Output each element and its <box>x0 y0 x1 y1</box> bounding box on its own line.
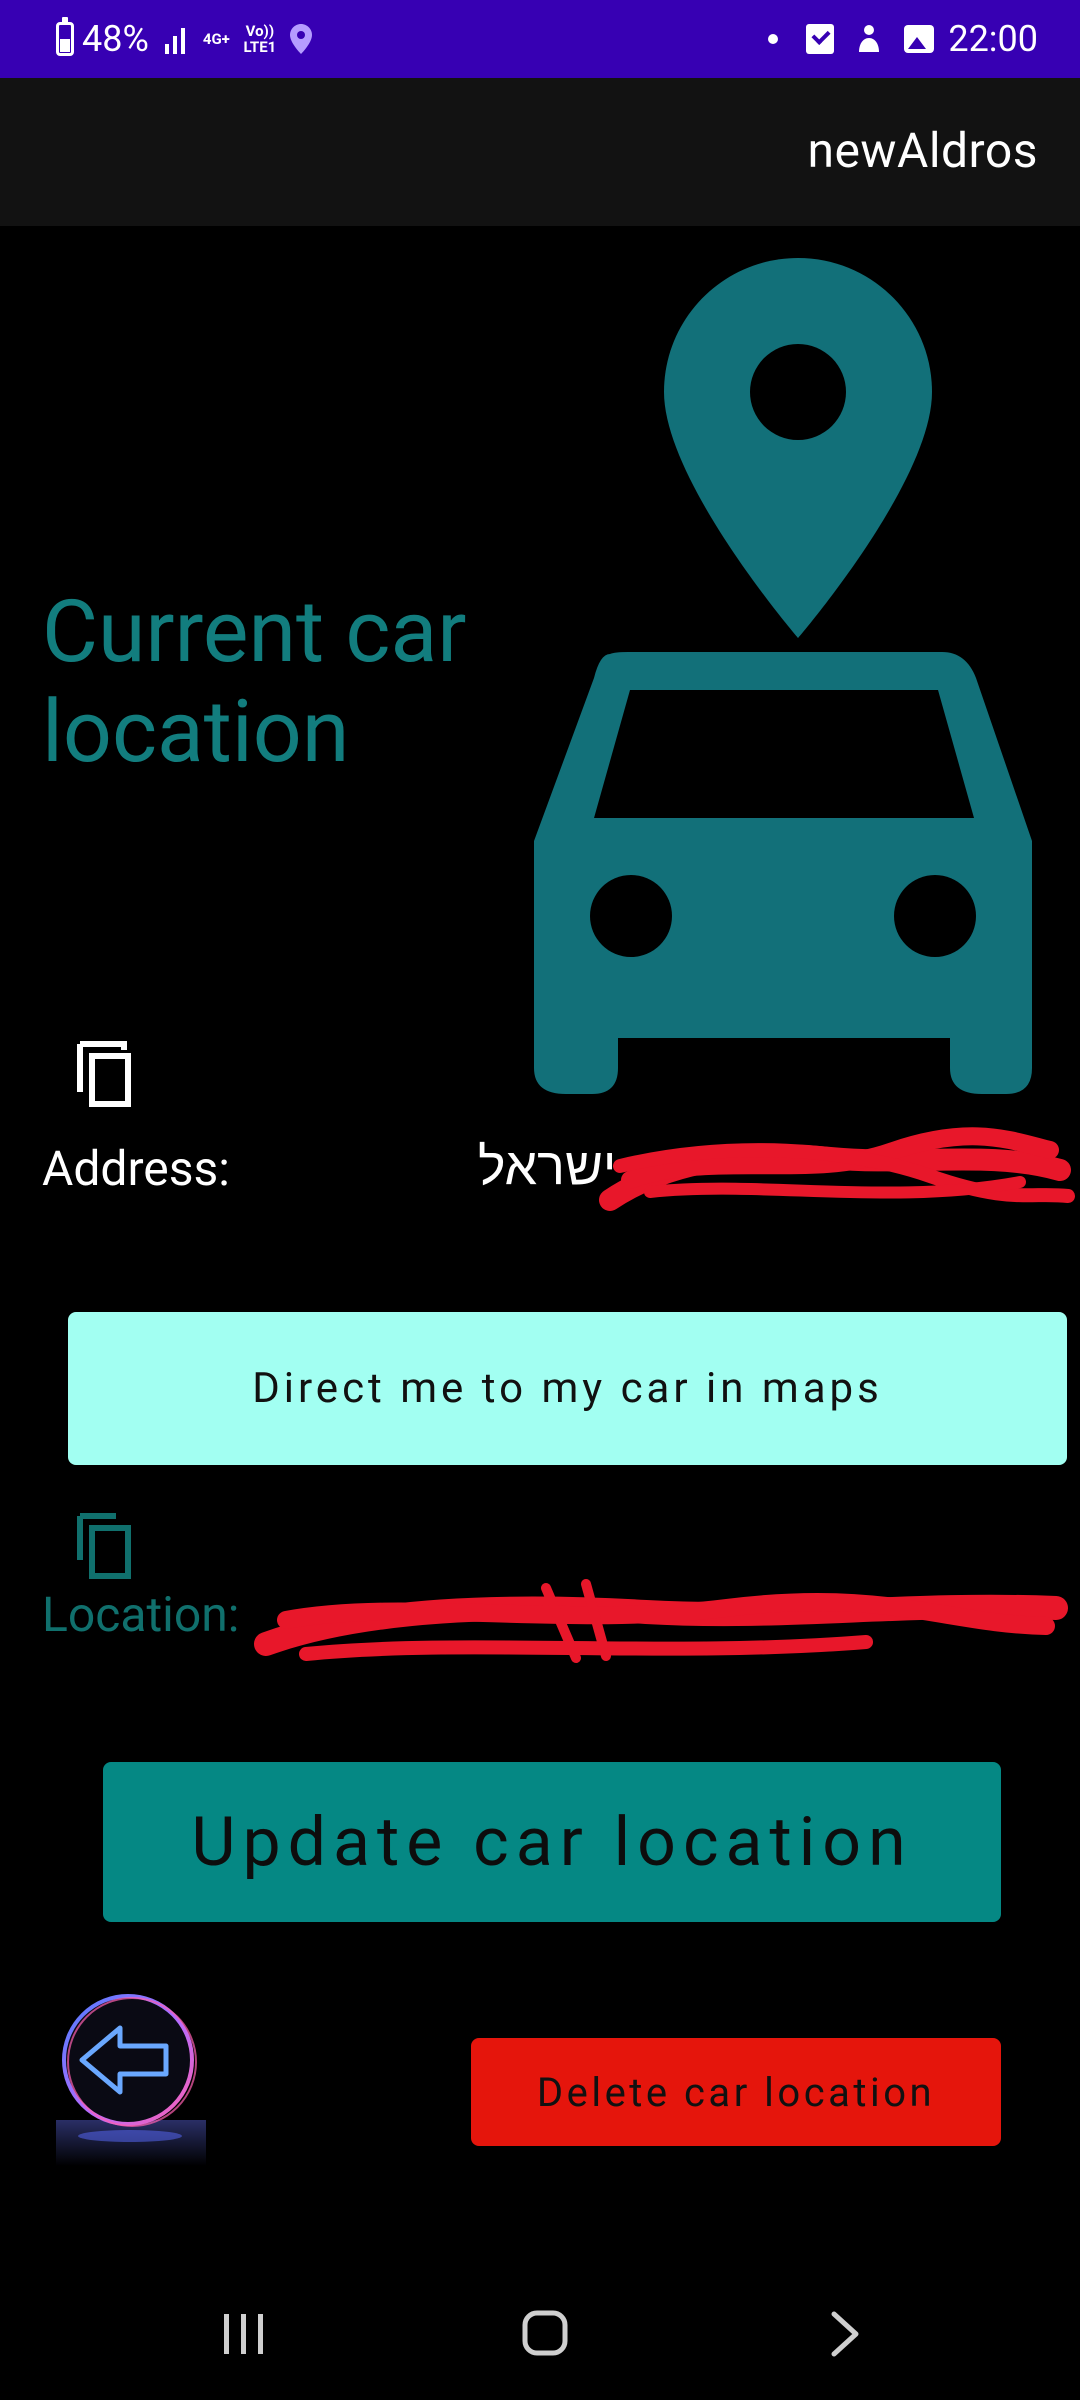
back-arrow-icon[interactable] <box>56 1990 206 2166</box>
redaction-scribble <box>254 1579 1068 1663</box>
signal-icon <box>164 24 189 54</box>
status-bar: 48% 4G+ Vo)) LTE1 22:00 <box>0 0 1080 78</box>
network-type-top: 4G+ <box>202 30 230 48</box>
checkbox-notification-icon <box>806 24 835 54</box>
update-car-location-button[interactable]: Update car location <box>103 1762 1001 1922</box>
delete-car-location-button[interactable]: Delete car location <box>471 2038 1001 2146</box>
nav-back-chevron-icon[interactable] <box>830 2310 862 2358</box>
location-status-icon <box>289 24 312 54</box>
app-screen: 48% 4G+ Vo)) LTE1 22:00 newAldros Curren… <box>0 0 1080 2400</box>
status-bar-right: 22:00 <box>768 18 1038 60</box>
battery-percentage: 48% <box>82 18 149 60</box>
battery-icon <box>56 17 74 56</box>
direct-to-car-button[interactable]: Direct me to my car in maps <box>68 1312 1067 1465</box>
home-icon[interactable] <box>522 2310 568 2356</box>
notification-dot-icon <box>768 34 779 44</box>
recent-apps-icon[interactable] <box>222 2312 266 2356</box>
volte-indicator: Vo)) LTE1 <box>240 23 280 55</box>
clock: 22:00 <box>948 18 1038 60</box>
redaction-scribble <box>599 1127 1075 1211</box>
person-notification-icon <box>859 25 880 52</box>
address-label: Address: <box>42 1140 230 1197</box>
app-bar: newAldros <box>0 78 1080 226</box>
app-title: newAldros <box>807 122 1038 179</box>
page-heading: Current car location <box>42 581 467 782</box>
location-label: Location: <box>42 1586 240 1643</box>
copy-address-icon[interactable] <box>76 1040 134 1108</box>
volte-text: Vo)) LTE1 <box>243 22 277 56</box>
system-navigation-bar <box>0 2240 1080 2400</box>
network-type: 4G+ <box>203 31 230 47</box>
copy-location-icon[interactable] <box>76 1512 134 1580</box>
gallery-notification-icon <box>904 25 935 53</box>
status-bar-left: 48% 4G+ Vo)) LTE1 <box>56 17 326 60</box>
car-location-pin-icon <box>534 258 1032 1094</box>
